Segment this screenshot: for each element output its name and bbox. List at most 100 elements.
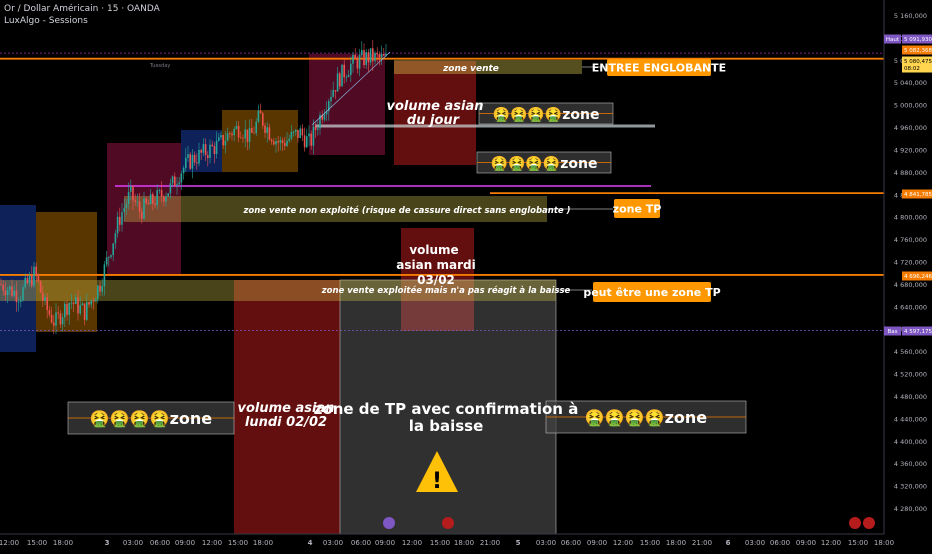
candle-body — [101, 286, 103, 292]
candle-body — [213, 146, 216, 155]
candle-body — [215, 140, 218, 155]
candle-body — [20, 300, 22, 302]
candle-body — [0, 283, 2, 285]
candle-body — [317, 128, 319, 130]
price-label-value: 5 091,930 — [904, 37, 932, 43]
candle-body — [138, 201, 141, 212]
candle-body — [163, 196, 165, 202]
x-tick-label: 09:00 — [175, 539, 195, 547]
price-label-value: 4 841,785 — [904, 192, 932, 198]
candle-body — [255, 121, 257, 134]
candle-body — [288, 138, 290, 141]
x-tick-label: 12:00 — [202, 539, 222, 547]
candle-body — [350, 63, 352, 75]
candle-body — [4, 290, 7, 296]
candle-body — [125, 203, 128, 209]
candle-body — [334, 90, 337, 92]
candle-body — [123, 208, 125, 213]
candle-body — [2, 284, 4, 291]
candle-body — [86, 302, 88, 320]
candle-body — [66, 303, 68, 315]
candle-body — [356, 59, 359, 69]
candle-body — [37, 274, 40, 282]
zone-tp-callout: zone TP — [613, 203, 662, 216]
candle-body — [345, 76, 348, 78]
y-tick-label: 4 960,000 — [894, 124, 927, 132]
volume-asian-mardi-line2: asian mardi — [396, 258, 475, 272]
candle-body — [231, 133, 233, 136]
candle-body — [242, 137, 244, 139]
candle-body — [28, 275, 31, 284]
candle-body — [44, 297, 46, 301]
candle-body — [233, 128, 235, 136]
zone-tp-confirmation-line2: la baisse — [409, 417, 484, 435]
symbol-title: Or / Dollar Américain · 15 · OANDA — [4, 4, 160, 14]
candle-body — [72, 302, 75, 305]
candle-body — [39, 281, 42, 293]
candle-body — [240, 137, 242, 139]
chart[interactable]: Tuesday ENTREE ENGLOBANTE zone TP peut être… — [0, 0, 932, 550]
x-tick-label: 15:00 — [848, 539, 868, 547]
y-tick-label: 4 560,000 — [894, 348, 927, 356]
candle-body — [246, 129, 249, 142]
y-tick-label: 4 400,000 — [894, 438, 927, 446]
y-tick-label: 4 360,000 — [894, 460, 927, 468]
candle-body — [77, 297, 79, 314]
candle-body — [367, 52, 370, 63]
candle-body — [312, 126, 315, 146]
candle-body — [380, 54, 383, 58]
zone-vente-exploitee-label: zone vente exploitée mais n'a pas réagit… — [321, 285, 571, 296]
x-tick-label: 4 — [308, 539, 313, 547]
candle-body — [149, 194, 152, 205]
x-tick-label: 15:00 — [27, 539, 47, 547]
candle-body — [83, 303, 86, 320]
candle-body — [42, 292, 44, 301]
candle-body — [268, 127, 271, 140]
y-tick-label: 5 160,000 — [894, 12, 927, 20]
emoji-zone-right: 🤮🤮🤮🤮zone — [585, 408, 707, 427]
event-lightning-icon — [383, 517, 395, 529]
candle-body — [341, 64, 343, 87]
candle-body — [6, 289, 9, 296]
candle-body — [303, 135, 306, 148]
candle-body — [237, 125, 240, 138]
zone-vente-non-exploite-label: zone vente non exploité (risque de cassu… — [242, 205, 570, 216]
x-tick-label: 6 — [726, 539, 731, 547]
candle-body — [314, 126, 317, 130]
x-tick-label: 18:00 — [253, 539, 273, 547]
candle-body — [99, 285, 101, 292]
candle-body — [262, 113, 264, 126]
volume-asian-jour-line2: du jour — [407, 113, 461, 128]
chart-canvas[interactable]: Tuesday ENTREE ENGLOBANTE zone TP peut être… — [0, 0, 932, 550]
y-tick-label: 4 920,000 — [894, 146, 927, 154]
x-tick-label: 06:00 — [770, 539, 790, 547]
candle-body — [376, 52, 378, 55]
candle-body — [134, 200, 136, 202]
candle-body — [281, 140, 284, 144]
candle-body — [284, 143, 286, 146]
candle-body — [46, 297, 48, 311]
y-tick-label: 4 520,000 — [894, 371, 927, 379]
candle-body — [295, 129, 297, 132]
x-tick-label: 15:00 — [640, 539, 660, 547]
candle-body — [332, 90, 334, 97]
candle-body — [147, 202, 150, 205]
candle-body — [253, 132, 255, 134]
candle-body — [171, 176, 174, 184]
x-tick-label: 18:00 — [454, 539, 474, 547]
candle-body — [297, 129, 299, 139]
candle-body — [31, 275, 33, 286]
candle-body — [15, 290, 18, 302]
candle-body — [218, 137, 220, 141]
x-tick-label: 12:00 — [613, 539, 633, 547]
candle-body — [361, 50, 363, 55]
candle-body — [343, 64, 345, 78]
candle-body — [279, 140, 282, 143]
x-tick-label: 03:00 — [536, 539, 556, 547]
entree-englobante-callout: ENTREE ENGLOBANTE — [592, 62, 726, 75]
x-tick-label: 03:00 — [745, 539, 765, 547]
volume-asian-mardi-line3: 03/02 — [417, 273, 455, 287]
candle-body — [103, 264, 106, 287]
x-tick-label: 09:00 — [796, 539, 816, 547]
candle-body — [383, 54, 385, 56]
